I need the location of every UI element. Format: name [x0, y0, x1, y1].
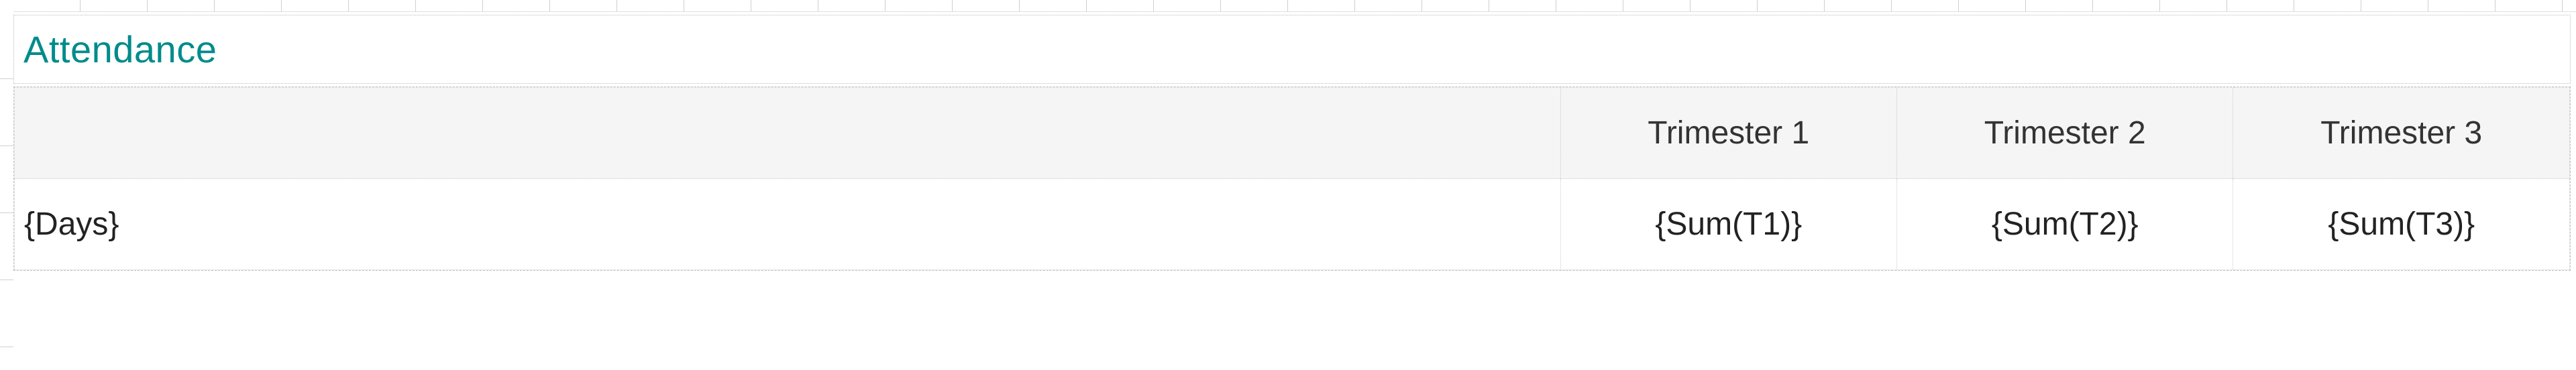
ruler-top [13, 0, 2576, 12]
cell-sum-t3[interactable]: {Sum(T3)} [2233, 179, 2570, 270]
section-title[interactable]: Attendance [14, 15, 2570, 83]
section-header-container[interactable]: Attendance [13, 15, 2571, 84]
cell-sum-t1[interactable]: {Sum(T1)} [1560, 179, 1896, 270]
attendance-table-container[interactable]: Trimester 1 Trimester 2 Trimester 3 {Day… [13, 86, 2571, 271]
header-trimester-1[interactable]: Trimester 1 [1560, 88, 1896, 179]
report-design-canvas[interactable]: Attendance Trimester 1 Trimester 2 Trime… [13, 12, 2576, 370]
row-label-days[interactable]: {Days} [15, 179, 1561, 270]
cell-sum-t2[interactable]: {Sum(T2)} [1896, 179, 2233, 270]
attendance-table[interactable]: Trimester 1 Trimester 2 Trimester 3 {Day… [14, 87, 2570, 270]
table-data-row[interactable]: {Days} {Sum(T1)} {Sum(T2)} {Sum(T3)} [15, 179, 2570, 270]
header-blank-cell[interactable] [15, 88, 1561, 179]
header-trimester-2[interactable]: Trimester 2 [1896, 88, 2233, 179]
header-trimester-3[interactable]: Trimester 3 [2233, 88, 2570, 179]
table-header-row[interactable]: Trimester 1 Trimester 2 Trimester 3 [15, 88, 2570, 179]
ruler-left [0, 12, 13, 370]
